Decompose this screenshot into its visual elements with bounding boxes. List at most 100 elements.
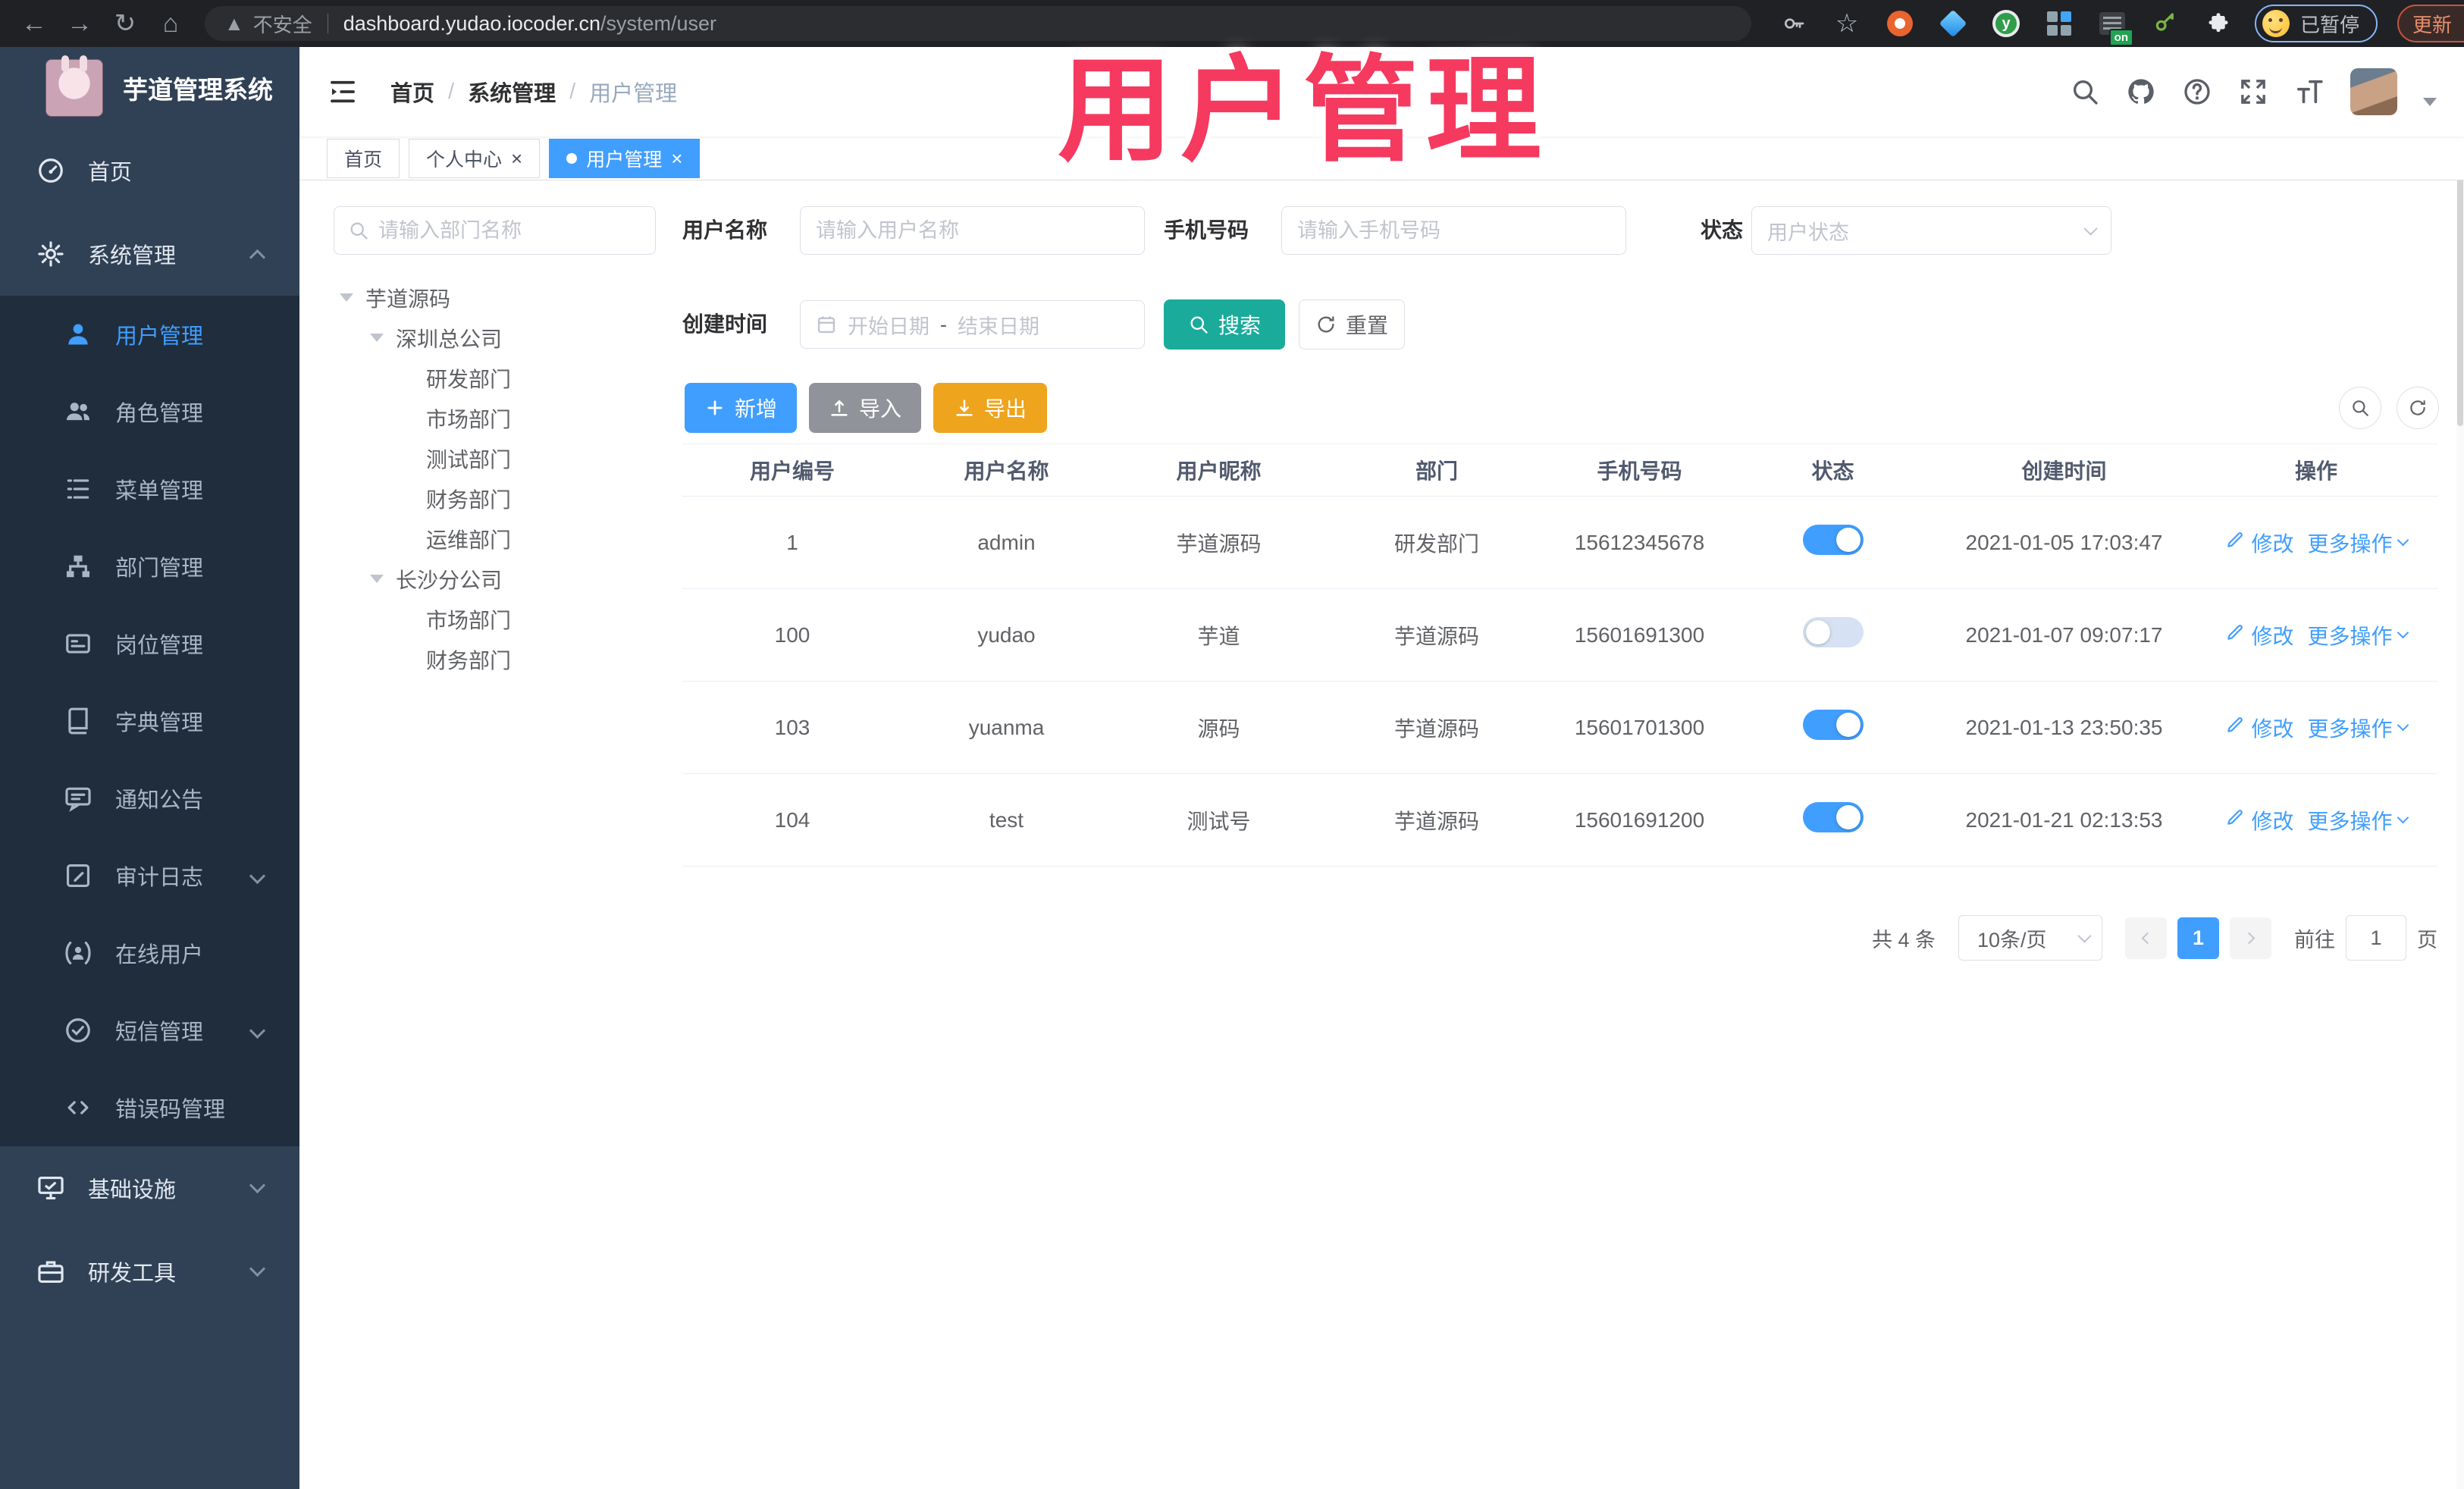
more-actions-link[interactable]: 更多操作 [2308,620,2409,650]
user-avatar[interactable] [2350,68,2397,115]
font-size-icon[interactable] [2294,77,2324,107]
sidebar-item-home[interactable]: 首页 [0,129,299,212]
next-page-button[interactable] [2230,917,2271,959]
browser-reload-button[interactable]: ↻ [108,8,143,39]
status-toggle[interactable] [1802,525,1864,555]
cell-username: yuanma [968,715,1045,739]
browser-back-button[interactable]: ← [17,9,52,39]
sidebar-item-infra[interactable]: 基础设施 [0,1146,299,1230]
reset-button[interactable]: 重置 [1299,299,1405,350]
extension-gem-icon[interactable] [1938,8,1968,39]
edit-link[interactable]: 修改 [2225,805,2294,835]
extension-y-logo-icon[interactable]: y [1991,8,2021,39]
dept-icon [64,552,92,581]
tree-node[interactable]: 财务部门 [334,478,660,519]
current-page-button[interactable]: 1 [2177,917,2219,959]
extensions-puzzle-icon[interactable] [2203,8,2234,39]
browser-forward-button[interactable]: → [62,9,97,39]
extension-green-key-icon[interactable] [2150,8,2180,39]
prev-page-button[interactable] [2125,917,2167,959]
password-key-icon[interactable] [1779,8,1809,39]
more-actions-link[interactable]: 更多操作 [2308,713,2409,743]
tree-node[interactable]: 深圳总公司 [334,318,660,358]
edit-link[interactable]: 修改 [2225,620,2294,650]
close-icon[interactable]: × [671,149,682,168]
table-search-toggle-button[interactable] [2339,387,2381,429]
avatar-caret-down-icon[interactable] [2423,97,2437,106]
more-actions-link[interactable]: 更多操作 [2308,528,2409,558]
tree-node[interactable]: 测试部门 [334,438,660,478]
sidebar-item-label: 审计日志 [115,866,204,890]
breadcrumb-item[interactable]: 系统管理 [468,76,556,108]
page-scrollbar[interactable] [2456,47,2464,1489]
add-button[interactable]: 新增 [685,383,797,433]
sidebar-item-role-mgmt[interactable]: 角色管理 [0,373,299,450]
tree-node[interactable]: 财务部门 [334,639,660,679]
import-button[interactable]: 导入 [809,383,921,433]
scrollbar-thumb[interactable] [2457,176,2463,426]
tree-node[interactable]: 芋道源码 [334,277,660,318]
tab-home[interactable]: 首页 [327,138,400,178]
tree-node[interactable]: 市场部门 [334,398,660,438]
sidebar-item-post-mgmt[interactable]: 岗位管理 [0,605,299,682]
browser-home-button[interactable]: ⌂ [153,9,188,39]
pencil-icon [2225,530,2245,555]
search-icon[interactable] [2070,77,2100,107]
extension-switch-icon[interactable]: on [2097,8,2133,46]
status-toggle[interactable] [1802,617,1864,647]
collapse-sidebar-icon[interactable] [327,76,359,108]
sidebar-item-dept-mgmt[interactable]: 部门管理 [0,528,299,605]
sidebar-item-notice[interactable]: 通知公告 [0,760,299,837]
sidebar-item-menu-mgmt[interactable]: 菜单管理 [0,450,299,528]
edit-link[interactable]: 修改 [2225,528,2294,558]
date-range-picker[interactable]: 开始日期 - 结束日期 [800,300,1145,349]
sidebar-item-error-code[interactable]: 错误码管理 [0,1069,299,1146]
profile-status-label: 已暂停 [2300,13,2360,36]
sidebar-item-dict-mgmt[interactable]: 字典管理 [0,682,299,760]
dept-search-input[interactable] [378,218,641,243]
extension-grid-icon[interactable] [2044,8,2074,39]
address-bar[interactable]: ▲ 不安全 dashboard.yudao.iocoder.cn /system… [205,6,1751,41]
edit-link[interactable]: 修改 [2225,713,2294,743]
page-size-select[interactable]: 10条/页 [1958,915,2102,961]
tab-profile[interactable]: 个人中心 × [409,138,541,178]
github-icon[interactable] [2126,77,2156,107]
more-actions-link[interactable]: 更多操作 [2308,805,2409,835]
sidebar-item-online-users[interactable]: 在线用户 [0,914,299,992]
browser-profile-chip[interactable]: 已暂停 [2255,5,2378,42]
username-input[interactable] [816,218,1129,243]
fullscreen-icon[interactable] [2238,77,2268,107]
breadcrumb-item[interactable]: 用户管理 [589,76,677,108]
sidebar-item-audit-log[interactable]: 审计日志 [0,837,299,914]
sidebar-logo-row[interactable]: 芋道管理系统 [0,47,299,129]
browser-update-button[interactable]: 更新 [2397,5,2464,42]
help-icon[interactable] [2182,77,2212,107]
export-button[interactable]: 导出 [933,383,1047,433]
tree-node[interactable]: 长沙分公司 [334,559,660,599]
column-header: 操作 [2294,459,2337,483]
search-button[interactable]: 搜索 [1164,299,1285,350]
bookmark-star-icon[interactable]: ☆ [1832,8,1862,39]
breadcrumb: 首页 / 系统管理 / 用户管理 [390,76,677,108]
active-tab-dot-icon [566,152,578,164]
extension-ubuntu-icon[interactable] [1885,8,1915,39]
close-icon[interactable]: × [511,149,522,168]
content: 芋道源码深圳总公司研发部门市场部门测试部门财务部门运维部门长沙分公司市场部门财务… [299,180,2464,1489]
refresh-icon [1318,316,1334,333]
sidebar-item-dev-tools[interactable]: 研发工具 [0,1230,299,1313]
tab-user-mgmt[interactable]: 用户管理 × [549,138,701,178]
cell-nickname: 芋道源码 [1176,531,1262,556]
status-toggle[interactable] [1802,710,1864,740]
sidebar-item-user-mgmt[interactable]: 用户管理 [0,296,299,373]
tree-node[interactable]: 运维部门 [334,519,660,559]
status-select[interactable]: 用户状态 [1751,206,2111,255]
goto-page-input[interactable] [2346,915,2406,961]
sidebar-item-system[interactable]: 系统管理 [0,212,299,296]
breadcrumb-item[interactable]: 首页 [390,76,434,108]
status-toggle[interactable] [1802,802,1864,832]
mobile-input[interactable] [1297,218,1610,243]
table-refresh-button[interactable] [2397,387,2439,429]
tree-node[interactable]: 市场部门 [334,599,660,639]
tree-node[interactable]: 研发部门 [334,358,660,398]
sidebar-item-sms-mgmt[interactable]: 短信管理 [0,992,299,1069]
